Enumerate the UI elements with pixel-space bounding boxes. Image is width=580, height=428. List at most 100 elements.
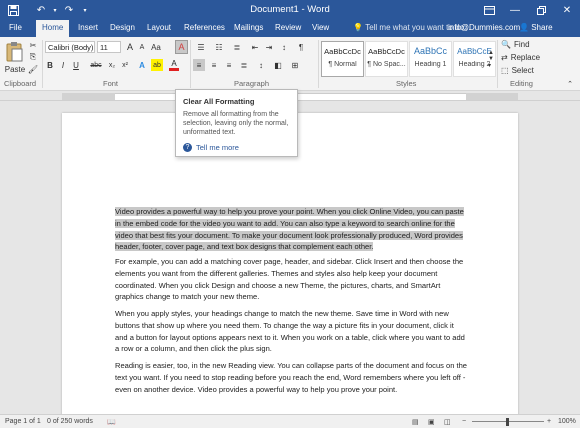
tab-layout[interactable]: Layout	[147, 23, 171, 32]
subscript-button[interactable]: x₂	[106, 59, 118, 71]
web-layout-icon[interactable]: ◫	[444, 418, 451, 426]
paragraph[interactable]: When you apply styles, your headings cha…	[115, 308, 468, 355]
paragraph[interactable]: Reading is easier, too, in the new Readi…	[115, 360, 468, 395]
share-label: Share	[531, 23, 553, 32]
text-effects-button[interactable]: A	[137, 59, 147, 71]
bold-button[interactable]: B	[45, 59, 55, 71]
style-sample: AaBbCcDc	[368, 47, 405, 56]
group-divider	[190, 40, 191, 88]
cut-icon[interactable]: ✂	[28, 40, 38, 50]
collapse-ribbon-icon[interactable]: ⌃	[566, 79, 574, 88]
justify-icon[interactable]: ≣	[238, 59, 250, 71]
style-sample: AaBbCcDc	[324, 47, 361, 56]
document-page[interactable]: Video provides a powerful way to help yo…	[62, 113, 518, 414]
numbering-icon[interactable]: ☷	[213, 41, 225, 53]
shrink-font-button[interactable]: A	[137, 41, 147, 53]
zoom-in-icon[interactable]: +	[547, 418, 551, 425]
find-button[interactable]: 🔍 Find	[501, 39, 530, 50]
bullets-icon[interactable]: ☰	[195, 41, 207, 53]
underline-button[interactable]: U	[71, 59, 81, 71]
print-layout-icon[interactable]: ▣	[428, 418, 435, 426]
title-bar: ↶ ▾ ↷ ▾ Document1 - Word — ✕	[0, 0, 580, 20]
decrease-indent-icon[interactable]: ⇤	[250, 41, 260, 53]
group-divider	[42, 40, 43, 88]
search-icon: 🔍	[501, 40, 511, 49]
italic-button[interactable]: I	[58, 59, 68, 71]
tab-file[interactable]: File	[9, 23, 22, 32]
read-mode-icon[interactable]: ▤	[412, 418, 419, 426]
align-left-icon[interactable]: ≡	[193, 59, 205, 71]
format-painter-icon[interactable]: 🖌	[28, 64, 38, 74]
zoom-slider-thumb[interactable]	[506, 418, 509, 426]
group-divider	[318, 40, 319, 88]
increase-indent-icon[interactable]: ⇥	[264, 41, 274, 53]
style-name: ¶ Normal	[328, 61, 357, 68]
selected-text: Video provides a powerful way to help yo…	[115, 207, 464, 252]
align-center-icon[interactable]: ≡	[208, 59, 220, 71]
font-group-label: Font	[103, 79, 119, 88]
tab-design[interactable]: Design	[110, 23, 135, 32]
paragraph[interactable]: Video provides a powerful way to help yo…	[115, 206, 468, 253]
replace-button[interactable]: ⇄ Replace	[501, 52, 540, 63]
align-right-icon[interactable]: ≡	[223, 59, 235, 71]
copy-icon[interactable]: ⎘	[28, 52, 38, 62]
style-name: Heading 1	[414, 61, 447, 68]
sort-icon[interactable]: ↕	[279, 41, 289, 53]
select-arrow-icon: ⬚	[501, 66, 509, 75]
tab-mailings[interactable]: Mailings	[234, 23, 263, 32]
style-no-spacing[interactable]: AaBbCcDc ¶ No Spac...	[365, 41, 408, 77]
ribbon-home: Paste ✂ ⎘ 🖌 Clipboard Calibri (Body) 11 …	[0, 37, 580, 91]
lightbulb-icon: 💡	[353, 23, 363, 32]
eraser-icon: A	[178, 42, 185, 52]
tooltip-title: Clear All Formatting	[183, 97, 255, 106]
clear-formatting-button[interactable]: A	[175, 40, 188, 54]
tab-view[interactable]: View	[312, 23, 329, 32]
style-name: ¶ No Spac...	[367, 61, 406, 68]
superscript-button[interactable]: x²	[119, 59, 131, 71]
share-button[interactable]: 👤 Share	[519, 23, 553, 32]
style-sample: AaBbCc	[413, 46, 448, 56]
tab-insert[interactable]: Insert	[78, 23, 98, 32]
styles-scroll[interactable]: ▲ ▼ ▾	[487, 41, 495, 77]
style-normal[interactable]: AaBbCcDc ¶ Normal	[321, 41, 364, 77]
style-heading-1[interactable]: AaBbCc Heading 1	[409, 41, 452, 77]
tell-me-more-label: Tell me more	[196, 143, 239, 152]
tab-review[interactable]: Review	[275, 23, 301, 32]
ruler-right-margin	[466, 93, 518, 100]
tab-references[interactable]: References	[184, 23, 225, 32]
paste-button[interactable]: Paste	[4, 64, 26, 74]
borders-icon[interactable]: ⊞	[289, 59, 301, 71]
highlight-button[interactable]: ab	[151, 59, 163, 71]
tell-me-more-link[interactable]: ? Tell me more	[183, 143, 239, 152]
line-spacing-icon[interactable]: ↕	[255, 59, 267, 71]
font-color-button[interactable]: A	[169, 59, 179, 71]
select-button[interactable]: ⬚ Select	[501, 65, 534, 76]
restore-icon[interactable]	[528, 0, 554, 20]
multilevel-list-icon[interactable]: ≣	[231, 41, 243, 53]
help-icon: ?	[183, 143, 192, 152]
tab-home[interactable]: Home	[36, 20, 70, 37]
zoom-level[interactable]: 100%	[558, 418, 576, 425]
change-case-button[interactable]: Aa	[149, 41, 163, 53]
account-label[interactable]: info@Dummies.com	[448, 23, 520, 32]
show-formatting-icon[interactable]: ¶	[296, 41, 306, 53]
paste-icon[interactable]	[4, 40, 26, 64]
clipboard-group-label: Clipboard	[4, 79, 37, 88]
tooltip-description: Remove all formatting from the selection…	[183, 111, 289, 136]
replace-label: Replace	[510, 53, 541, 62]
shading-icon[interactable]: ◧	[272, 59, 284, 71]
proofing-icon[interactable]: 📖	[107, 418, 116, 426]
word-count[interactable]: 0 of 250 words	[47, 418, 93, 425]
grow-font-button[interactable]: A	[125, 41, 135, 53]
font-size-combo[interactable]: 11	[97, 41, 121, 53]
paragraph[interactable]: For example, you can add a matching cove…	[115, 256, 468, 303]
strikethrough-button[interactable]: abc	[88, 59, 104, 71]
zoom-out-icon[interactable]: −	[462, 418, 466, 425]
editing-group-label: Editing	[510, 79, 533, 88]
ribbon-display-icon[interactable]	[476, 0, 502, 20]
minimize-icon[interactable]: —	[502, 0, 528, 20]
ruler-left-margin	[62, 93, 115, 100]
page-count[interactable]: Page 1 of 1	[5, 418, 41, 425]
font-name-combo[interactable]: Calibri (Body)	[45, 41, 95, 53]
close-icon[interactable]: ✕	[554, 0, 580, 20]
